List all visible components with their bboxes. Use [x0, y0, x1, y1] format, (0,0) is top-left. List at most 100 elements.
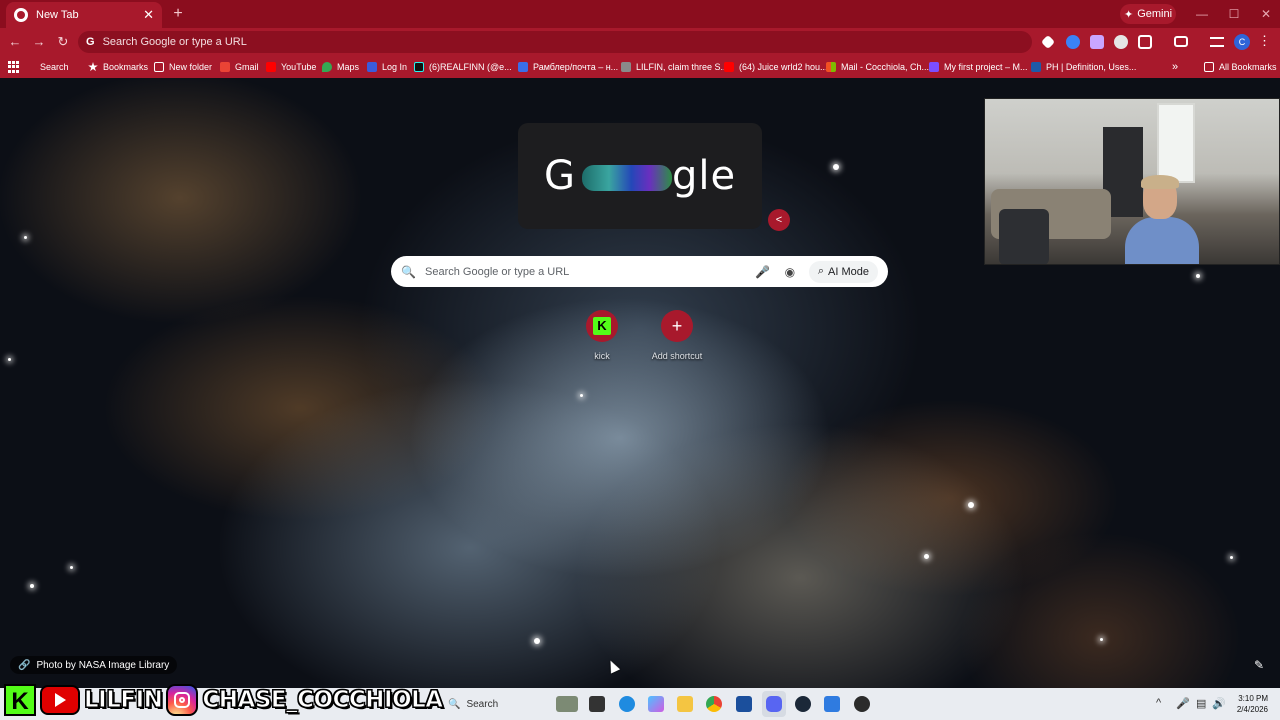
- youtube-icon: [724, 62, 734, 72]
- microphone-icon[interactable]: 🎤: [752, 265, 774, 279]
- shortcut-label: kick: [594, 351, 610, 361]
- extension-gear-icon[interactable]: [1114, 35, 1128, 49]
- microphone-tray-icon[interactable]: 🎤: [1176, 697, 1190, 710]
- cast-icon[interactable]: [1174, 36, 1188, 47]
- bookmark-item[interactable]: Рамблер/почта – н...: [518, 60, 618, 74]
- new-tab-button[interactable]: +: [168, 4, 188, 24]
- gmail-icon: [220, 62, 230, 72]
- steam-icon[interactable]: [795, 696, 811, 712]
- file-explorer-icon[interactable]: [677, 696, 693, 712]
- extensions-puzzle-icon[interactable]: [1138, 35, 1152, 49]
- bookmark-item[interactable]: My first project – M...: [929, 60, 1028, 74]
- edge-icon[interactable]: [619, 696, 635, 712]
- bookmark-item[interactable]: PH | Definition, Uses...: [1031, 60, 1136, 74]
- mail-icon: [518, 62, 528, 72]
- bookmark-label: Bookmarks: [103, 62, 149, 72]
- star-decoration: [580, 394, 583, 397]
- bookmark-label: My first project – M...: [944, 62, 1028, 72]
- widget-icon[interactable]: [556, 696, 578, 712]
- bookmark-item[interactable]: YouTube: [266, 60, 316, 74]
- omnibox-placeholder: Search Google or type a URL: [102, 36, 247, 48]
- webcam-person: [1125, 175, 1199, 264]
- minimize-button[interactable]: —: [1190, 6, 1214, 22]
- reload-button[interactable]: ↻: [54, 33, 72, 51]
- discord-icon[interactable]: [766, 696, 782, 712]
- webcam-hair: [1141, 175, 1179, 189]
- extension-pen-icon[interactable]: [1090, 35, 1104, 49]
- bookmark-item[interactable]: New folder: [154, 60, 212, 74]
- game-icon: [621, 62, 631, 72]
- doodle-share-button[interactable]: <: [768, 209, 790, 231]
- all-bookmarks-button[interactable]: All Bookmarks: [1204, 60, 1277, 74]
- bookmark-item[interactable]: Bookmarks: [88, 60, 148, 74]
- profile-avatar[interactable]: C: [1234, 34, 1250, 50]
- credit-label: Photo by NASA Image Library: [36, 659, 170, 671]
- task-view-icon[interactable]: [589, 696, 605, 712]
- webcam-overlay: [984, 98, 1280, 265]
- bookmarks-overflow-button[interactable]: »: [1172, 60, 1178, 74]
- extension-diamond-icon[interactable]: [1040, 34, 1056, 50]
- app-icon[interactable]: [824, 696, 840, 712]
- forward-button[interactable]: →: [30, 33, 48, 51]
- webcam-body: [1125, 217, 1199, 264]
- chrome-menu-button[interactable]: ⋮: [1258, 33, 1271, 49]
- tray-overflow-icon[interactable]: ^: [1156, 697, 1161, 709]
- ai-mode-button[interactable]: ⌕ AI Mode: [808, 260, 878, 283]
- tab-close-button[interactable]: ✕: [143, 7, 154, 23]
- ntp-search-box[interactable]: 🔍 🎤 ◉ ⌕ AI Mode: [391, 256, 888, 287]
- copilot-icon[interactable]: [648, 696, 664, 712]
- bookmark-item[interactable]: Maps: [322, 60, 359, 74]
- bookmark-label: LILFIN, claim three S...: [636, 62, 729, 72]
- ai-search-icon: ⌕: [817, 265, 825, 277]
- taskbar-clock[interactable]: 3:10 PM 2/4/2026: [1228, 693, 1268, 715]
- gemini-button[interactable]: ✦ Gemini: [1120, 4, 1176, 24]
- omnibox[interactable]: G Search Google or type a URL: [78, 31, 1032, 53]
- instagram-handle: CHASE_COCCHIOLA: [202, 687, 444, 714]
- chrome-taskbar-icon[interactable]: [706, 696, 722, 712]
- star-decoration: [534, 638, 540, 644]
- shortcut-kick[interactable]: K kick: [571, 310, 633, 361]
- store-icon[interactable]: [736, 696, 752, 712]
- star-decoration: [968, 502, 974, 508]
- bookmark-item[interactable]: Search: [40, 60, 69, 74]
- back-button[interactable]: ←: [6, 33, 24, 51]
- customize-pencil-icon[interactable]: ✎: [1250, 658, 1268, 676]
- chrome-icon: [14, 8, 28, 22]
- kick-icon: K: [4, 684, 36, 716]
- extension-audio-icon[interactable]: [1066, 35, 1080, 49]
- tab-new-tab[interactable]: New Tab ✕: [6, 2, 162, 28]
- microsoft-icon: [826, 62, 836, 72]
- background-credit-link[interactable]: 🔗 Photo by NASA Image Library: [10, 656, 178, 674]
- apps-grid-icon[interactable]: [8, 61, 20, 73]
- bookmark-item[interactable]: Gmail: [220, 60, 259, 74]
- reading-list-icon[interactable]: [1210, 37, 1224, 47]
- shortcut-add[interactable]: + Add shortcut: [646, 310, 708, 361]
- google-lens-icon[interactable]: ◉: [779, 265, 801, 279]
- star-decoration: [1196, 274, 1200, 278]
- shortcut-tile: K: [586, 310, 618, 342]
- bookmark-item[interactable]: LILFIN, claim three S...: [621, 60, 728, 74]
- google-doodle[interactable]: G gle: [518, 123, 762, 229]
- star-decoration: [30, 584, 34, 588]
- shortcut-label: Add shortcut: [651, 351, 703, 361]
- maps-icon: [322, 62, 332, 72]
- bookmark-item[interactable]: Mail - Cocchiola, Ch...: [826, 60, 929, 74]
- login-icon: [367, 62, 377, 72]
- bookmark-item[interactable]: (6)REALFINN (@e...: [414, 60, 512, 74]
- clock-date: 2/4/2026: [1236, 705, 1268, 714]
- star-decoration: [70, 566, 73, 569]
- close-window-button[interactable]: ✕: [1254, 6, 1278, 22]
- network-icon[interactable]: ▤: [1196, 697, 1206, 710]
- maximize-button[interactable]: ☐: [1222, 6, 1246, 22]
- tab-title: New Tab: [36, 9, 79, 21]
- sparkle-icon: ✦: [1123, 8, 1134, 21]
- bookmark-label: Gmail: [235, 62, 259, 72]
- tiktok-icon: [414, 62, 424, 72]
- ntp-search-input[interactable]: [425, 265, 747, 278]
- volume-icon[interactable]: 🔊: [1212, 697, 1226, 710]
- app-icon-notification[interactable]: [854, 696, 870, 712]
- all-bookmarks-label: All Bookmarks: [1219, 62, 1277, 72]
- bookmark-item[interactable]: Log In: [367, 60, 407, 74]
- webcam-window: [1157, 103, 1195, 183]
- bookmark-item[interactable]: (64) Juice wrld2 hou...: [724, 60, 828, 74]
